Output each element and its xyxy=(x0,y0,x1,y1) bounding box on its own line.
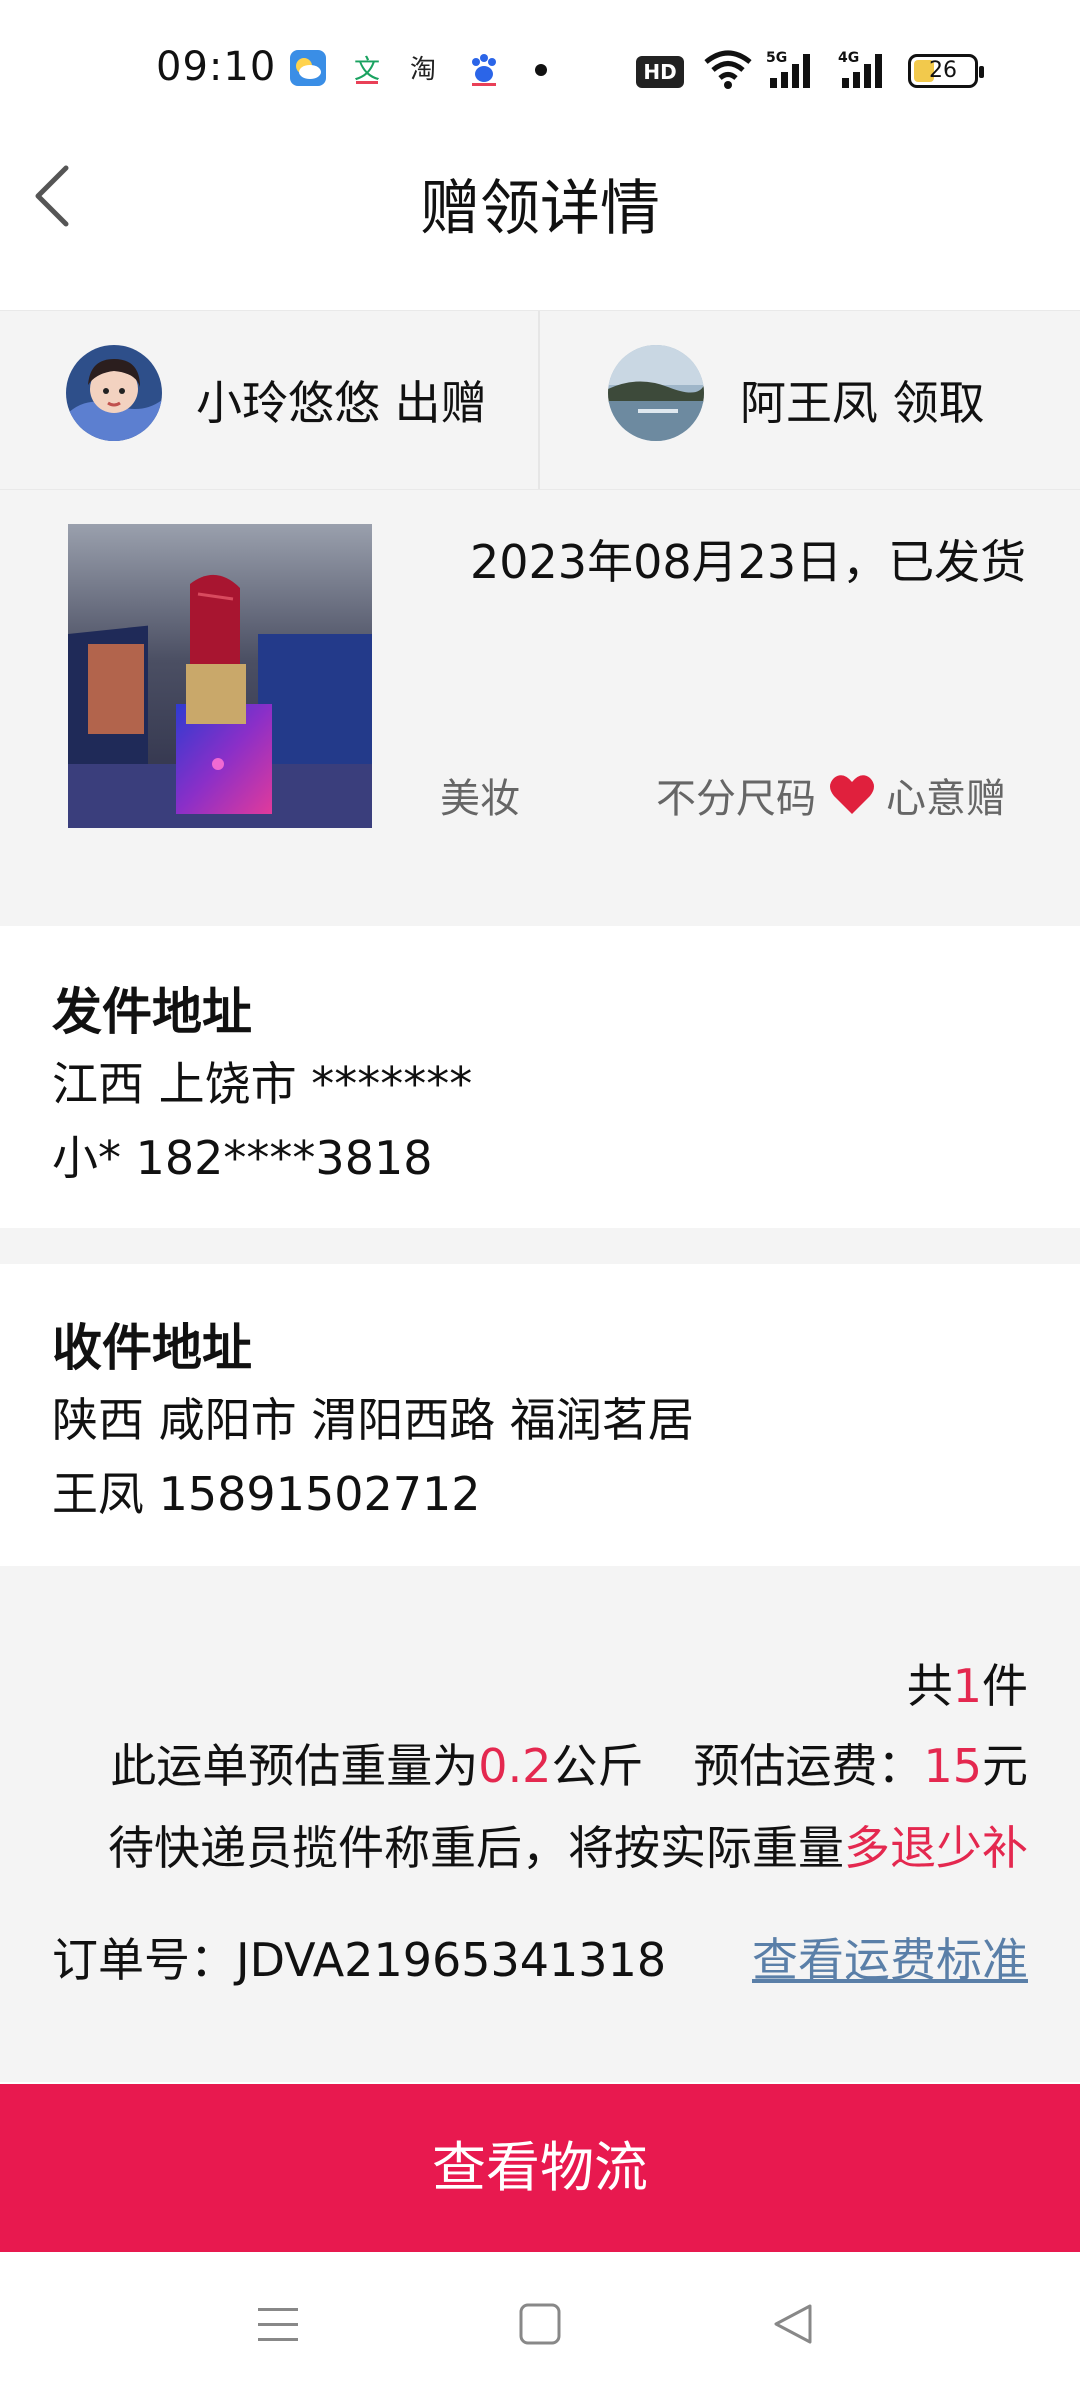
battery-level: 26 xyxy=(929,58,957,83)
product-size: 不分尺码 xyxy=(656,776,816,822)
system-nav-bar xyxy=(0,2252,1080,2400)
svg-text:文: 文 xyxy=(354,55,380,85)
network-4g-label: 4G xyxy=(838,50,859,66)
signal-5g-icon: 5G xyxy=(766,48,822,90)
receiver-label: 阿王凤 领取 xyxy=(740,367,985,433)
signal-4g-icon: 4G xyxy=(838,48,894,90)
page-title: 赠领详情 xyxy=(420,174,660,244)
giver-action: 出赠 xyxy=(394,376,487,430)
sender-address-heading: 发件地址 xyxy=(52,983,252,1041)
product-card[interactable]: 2023年08月23日，已发货 美妆 不分尺码 心意赠 xyxy=(0,490,1080,926)
baidu-app-icon xyxy=(466,50,502,86)
battery-cap xyxy=(979,66,984,78)
fee-unit: 元 xyxy=(982,1739,1028,1793)
item-count-value: 1 xyxy=(952,1659,982,1713)
product-image[interactable] xyxy=(68,524,372,828)
menu-nav-button[interactable] xyxy=(250,2296,306,2352)
note-highlight: 多退少补 xyxy=(844,1821,1028,1875)
wifi-icon xyxy=(702,48,754,90)
fee-prefix: 预估运费： xyxy=(693,1739,924,1793)
receiver-avatar[interactable] xyxy=(608,345,704,441)
view-logistics-button[interactable]: 查看物流 xyxy=(0,2084,1080,2252)
section-gap xyxy=(0,1228,1080,1264)
parties-divider xyxy=(538,311,540,489)
weight-prefix: 此运单预估重量为 xyxy=(110,1739,479,1793)
receiver-address-section: 收件地址 陕西 咸阳市 渭阳西路 福润茗居 王凤 15891502712 xyxy=(0,1264,1080,1566)
page-header: 赠领详情 xyxy=(0,140,1080,310)
back-triangle-icon xyxy=(774,2304,812,2344)
order-number: JDVA21965341318 xyxy=(236,1933,667,1987)
note-prefix: 待快递员揽件称重后，将按实际重量 xyxy=(108,1821,844,1875)
taobao-app-icon: 淘 xyxy=(408,50,444,86)
battery-icon: 26 xyxy=(908,54,984,88)
order-number-line: 订单号：JDVA21965341318 xyxy=(52,1924,666,1990)
home-nav-button[interactable] xyxy=(512,2296,568,2352)
fee-value: 15 xyxy=(923,1739,982,1793)
receiver-address-heading: 收件地址 xyxy=(52,1319,252,1377)
notification-dot xyxy=(535,64,547,76)
giver-avatar[interactable] xyxy=(66,345,162,441)
weight-value: 0.2 xyxy=(478,1739,552,1793)
item-count: 共1件 xyxy=(907,1650,1028,1716)
giver-label: 小玲悠悠 出赠 xyxy=(196,367,487,433)
translate-app-icon: 文 xyxy=(350,50,386,86)
sender-contact-line: 小* 182****3818 xyxy=(52,1131,433,1185)
product-category: 美妆 xyxy=(440,776,520,822)
home-square-icon xyxy=(519,2303,561,2345)
hd-voice-icon: HD xyxy=(636,56,684,88)
network-5g-label: 5G xyxy=(766,50,787,66)
order-label: 订单号： xyxy=(52,1933,236,1987)
sender-address-section: 发件地址 江西 上饶市 ******* 小* 182****3818 xyxy=(0,928,1080,1228)
sender-address-line: 江西 上饶市 ******* xyxy=(52,1057,473,1111)
heart-icon xyxy=(828,772,876,816)
gift-type: 心意赠 xyxy=(886,776,1006,822)
receiver-address-line: 陕西 咸阳市 渭阳西路 福润茗居 xyxy=(52,1393,694,1447)
menu-icon xyxy=(258,2308,298,2341)
receiver-contact-line: 王凤 15891502712 xyxy=(52,1467,481,1521)
item-count-prefix: 共 xyxy=(906,1659,953,1713)
weight-fee-line: 此运单预估重量为0.2公斤 预估运费：15元 xyxy=(110,1730,1028,1796)
svg-text:淘: 淘 xyxy=(410,55,436,85)
giver-name: 小玲悠悠 xyxy=(196,376,380,430)
receiver-name: 阿王凤 xyxy=(740,376,878,430)
back-nav-button[interactable] xyxy=(766,2296,822,2352)
gift-date-status: 2023年08月23日，已发货 xyxy=(470,535,1027,589)
fee-standard-link[interactable]: 查看运费标准 xyxy=(752,1924,1028,1990)
item-count-suffix: 件 xyxy=(982,1659,1028,1713)
gift-parties: 小玲悠悠 出赠 阿王凤 领取 xyxy=(0,310,1080,490)
weather-app-icon xyxy=(290,50,326,86)
status-time: 09:10 xyxy=(156,44,277,90)
receiver-action: 领取 xyxy=(892,376,985,430)
adjustment-note: 待快递员揽件称重后，将按实际重量多退少补 xyxy=(108,1812,1028,1878)
weight-unit: 公斤 xyxy=(551,1739,644,1793)
status-bar: 09:10 文 淘 HD 5G 4G 26 xyxy=(0,0,1080,140)
shipping-summary: 共1件 此运单预估重量为0.2公斤 预估运费：15元 待快递员揽件称重后，将按实际… xyxy=(0,1566,1080,2082)
